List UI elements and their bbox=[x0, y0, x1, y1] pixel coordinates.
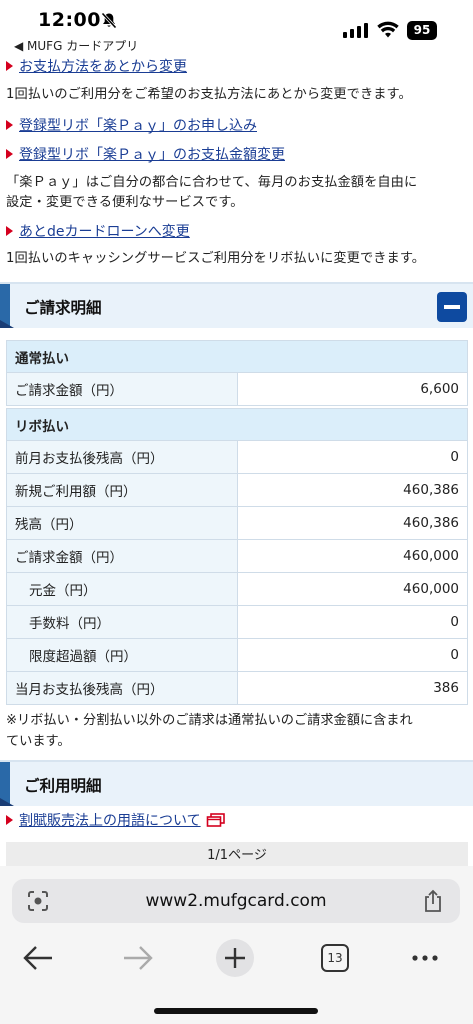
billing-note: ※リボ払い・分割払い以外のご請求は通常払いのご請求金額に含まれ ています。 bbox=[6, 710, 468, 752]
link-terms[interactable]: 割賦販売法上の用語について bbox=[6, 810, 226, 830]
table-row: 残高（円） 460,386 bbox=[6, 506, 468, 540]
table-row: ご請求金額（円） 6,600 bbox=[6, 372, 468, 406]
address-bar[interactable]: www2.mufgcard.com bbox=[12, 879, 460, 923]
tab-switcher-button[interactable]: 13 bbox=[312, 938, 358, 978]
normal-payment-table: 通常払い ご請求金額（円） 6,600 bbox=[6, 340, 468, 406]
link-loan-change[interactable]: あとdeカードローンへ変更 bbox=[6, 221, 190, 241]
clock: 12:00 bbox=[38, 9, 101, 31]
table-row: 元金（円） 460,000 bbox=[6, 572, 468, 606]
table-row: 手数料（円） 0 bbox=[6, 605, 468, 639]
battery-indicator: 95 bbox=[407, 21, 437, 40]
row-label: 限度超過額（円） bbox=[6, 638, 238, 672]
link-revo-change-text[interactable]: 登録型リボ「楽Ｐａｙ」のお支払金額変更 bbox=[19, 144, 285, 164]
arrow-icon bbox=[6, 226, 13, 236]
desc-loan: 1回払いのキャッシングサービスご利用分をリボ払いに変更できます。 bbox=[6, 251, 426, 266]
back-to-app-link[interactable]: ◀ MUFG カードアプリ bbox=[14, 37, 138, 54]
home-indicator bbox=[154, 1008, 318, 1014]
row-value: 0 bbox=[237, 440, 468, 474]
usage-title: ご利用明細 bbox=[24, 777, 102, 795]
usage-section-header: ご利用明細 bbox=[0, 760, 473, 806]
revo-payment-head: リボ払い bbox=[6, 408, 468, 441]
row-value: 460,386 bbox=[237, 506, 468, 540]
row-value: 0 bbox=[237, 605, 468, 639]
new-tab-plus-icon[interactable] bbox=[212, 938, 258, 978]
wifi-icon bbox=[377, 21, 399, 38]
collapse-minus-icon[interactable] bbox=[437, 292, 467, 322]
bell-slash-icon bbox=[101, 12, 117, 29]
desc-pay-later: 1回払いのご利用分をご希望のお支払方法にあとから変更できます。 bbox=[6, 87, 412, 102]
cellular-signal-icon bbox=[343, 23, 368, 38]
row-value: 0 bbox=[237, 638, 468, 672]
row-label: 残高（円） bbox=[6, 506, 238, 540]
arrow-icon bbox=[6, 149, 13, 159]
row-value: 460,000 bbox=[237, 539, 468, 573]
row-value: 386 bbox=[237, 671, 468, 705]
arrow-icon bbox=[6, 120, 13, 130]
arrow-icon bbox=[6, 61, 13, 71]
share-icon[interactable] bbox=[422, 889, 444, 913]
normal-payment-head: 通常払い bbox=[6, 340, 468, 373]
url-text[interactable]: www2.mufgcard.com bbox=[12, 891, 460, 911]
browser-toolbar: www2.mufgcard.com 13 bbox=[0, 866, 473, 1024]
row-label: ご請求金額（円） bbox=[6, 539, 238, 573]
table-row: 前月お支払後残高（円） 0 bbox=[6, 440, 468, 474]
table-row: 限度超過額（円） 0 bbox=[6, 638, 468, 672]
row-label: 当月お支払後残高（円） bbox=[6, 671, 238, 705]
table-row: 当月お支払後残高（円） 386 bbox=[6, 671, 468, 705]
billing-section-header: ご請求明細 bbox=[0, 282, 473, 328]
billing-note-line2: ています。 bbox=[6, 734, 71, 749]
row-label: 元金（円） bbox=[6, 572, 238, 606]
row-label: ご請求金額（円） bbox=[6, 372, 238, 406]
link-pay-later-text[interactable]: お支払方法をあとから変更 bbox=[19, 56, 187, 76]
row-value: 460,000 bbox=[237, 572, 468, 606]
link-terms-text[interactable]: 割賦販売法上の用語について bbox=[19, 810, 201, 830]
row-label: 手数料（円） bbox=[6, 605, 238, 639]
link-revo-apply[interactable]: 登録型リボ「楽Ｐａｙ」のお申し込み bbox=[6, 115, 257, 135]
forward-arrow-icon[interactable] bbox=[114, 938, 160, 978]
row-value: 460,386 bbox=[237, 473, 468, 507]
table-row: 新規ご利用額（円） 460,386 bbox=[6, 473, 468, 507]
row-label: 新規ご利用額（円） bbox=[6, 473, 238, 507]
link-loan-change-text[interactable]: あとdeカードローンへ変更 bbox=[19, 221, 190, 241]
more-menu-icon[interactable] bbox=[402, 938, 448, 978]
row-value: 6,600 bbox=[237, 372, 468, 406]
link-pay-later[interactable]: お支払方法をあとから変更 bbox=[6, 56, 187, 76]
row-label: 前月お支払後残高（円） bbox=[6, 440, 238, 474]
arrow-icon bbox=[6, 815, 13, 825]
revo-payment-table: リボ払い 前月お支払後残高（円） 0 新規ご利用額（円） 460,386 残高（… bbox=[6, 408, 468, 705]
link-revo-apply-text[interactable]: 登録型リボ「楽Ｐａｙ」のお申し込み bbox=[19, 115, 257, 135]
status-bar: 12:00 ◀ MUFG カードアプリ 95 bbox=[0, 0, 473, 56]
link-revo-change[interactable]: 登録型リボ「楽Ｐａｙ」のお支払金額変更 bbox=[6, 144, 285, 164]
desc-revo-line2: 設定・変更できる便利なサービスです。 bbox=[6, 195, 244, 210]
desc-revo-line1: 「楽Ｐａｙ」はご自分の都合に合わせて、毎月のお支払金額を自由に bbox=[6, 175, 418, 190]
external-window-icon bbox=[206, 813, 225, 827]
billing-title: ご請求明細 bbox=[24, 299, 102, 317]
tab-count: 13 bbox=[321, 944, 349, 972]
billing-note-line1: ※リボ払い・分割払い以外のご請求は通常払いのご請求金額に含まれ bbox=[6, 713, 413, 728]
back-arrow-icon[interactable] bbox=[16, 938, 62, 978]
table-row: ご請求金額（円） 460,000 bbox=[6, 539, 468, 573]
